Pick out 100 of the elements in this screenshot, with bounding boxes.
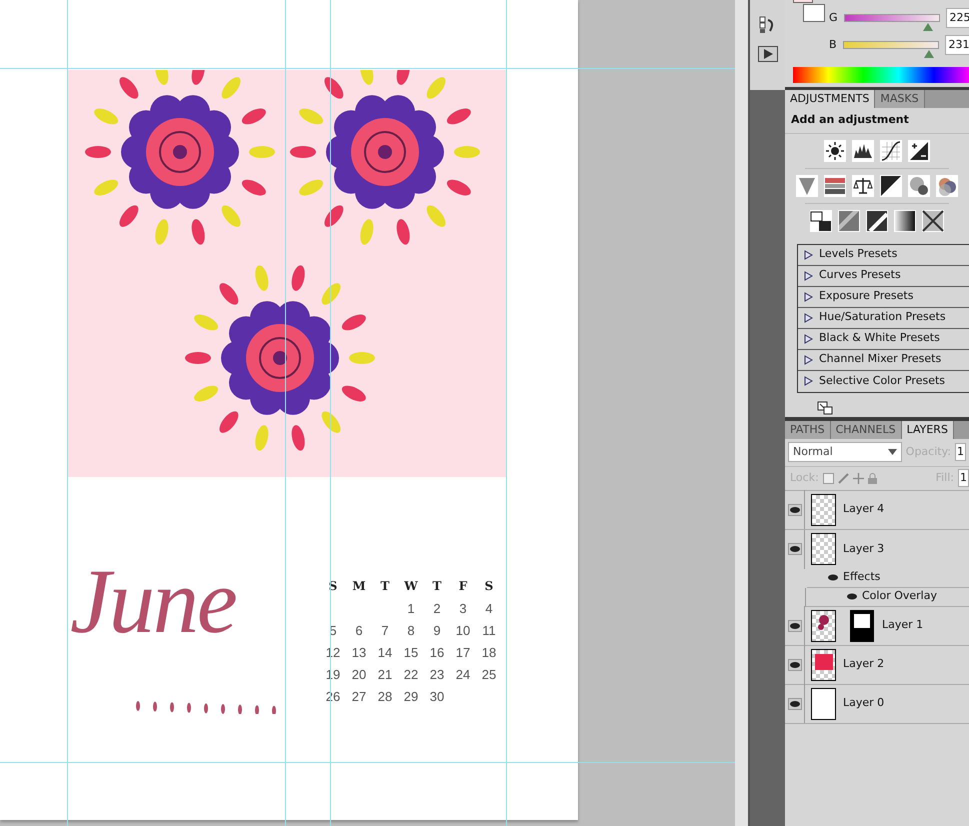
play-icon[interactable] bbox=[758, 46, 778, 62]
scales-icon[interactable] bbox=[852, 174, 874, 196]
day-number: 11 bbox=[481, 622, 497, 640]
disclosure-triangle-icon[interactable] bbox=[803, 250, 813, 260]
layer-name: Layer 0 bbox=[843, 695, 884, 712]
day-number: 7 bbox=[380, 622, 390, 640]
layer-name: Layer 3 bbox=[843, 540, 884, 557]
day-number: 21 bbox=[376, 666, 394, 684]
preset-label: Levels Presets bbox=[819, 246, 898, 262]
day-number: 29 bbox=[402, 688, 420, 706]
preset-item[interactable]: Exposure Presets bbox=[798, 286, 969, 308]
preset-label: Curves Presets bbox=[819, 267, 901, 284]
gradient-stripe-icon[interactable] bbox=[838, 210, 860, 232]
day-number: 9 bbox=[432, 622, 442, 640]
day-number: 17 bbox=[454, 644, 472, 662]
layer-row[interactable]: Layer 1 bbox=[785, 606, 969, 646]
weekday-label: S bbox=[484, 578, 494, 595]
background-swatch[interactable] bbox=[803, 4, 825, 22]
day-number: 8 bbox=[406, 622, 416, 640]
disclosure-triangle-icon[interactable] bbox=[803, 376, 813, 386]
day-number: 13 bbox=[350, 644, 368, 662]
eye-icon[interactable] bbox=[788, 698, 802, 710]
preset-item[interactable]: Black & White Presets bbox=[798, 328, 969, 350]
preset-label: Hue/Saturation Presets bbox=[819, 309, 946, 326]
preset-label: Exposure Presets bbox=[819, 288, 914, 304]
circles-icon[interactable] bbox=[936, 174, 958, 196]
preset-item[interactable]: Hue/Saturation Presets bbox=[798, 308, 969, 328]
triangle-icon[interactable] bbox=[796, 174, 818, 196]
effect-row[interactable]: Color Overlay bbox=[805, 588, 969, 606]
disclosure-triangle-icon[interactable] bbox=[803, 334, 813, 344]
disclosure-triangle-icon[interactable] bbox=[803, 354, 813, 364]
sun-icon[interactable] bbox=[824, 140, 846, 162]
eye-icon[interactable] bbox=[788, 543, 802, 555]
preset-label: Selective Color Presets bbox=[819, 372, 946, 389]
channel-label: B bbox=[829, 36, 837, 53]
day-number: 25 bbox=[480, 666, 498, 684]
day-number: 14 bbox=[376, 644, 394, 662]
disclosure-triangle-icon[interactable] bbox=[803, 270, 813, 280]
preset-item[interactable]: Channel Mixer Presets bbox=[798, 350, 969, 370]
day-number: 3 bbox=[458, 600, 468, 618]
panel-tab[interactable]: PATHS bbox=[785, 420, 831, 438]
effect-label: Color Overlay bbox=[862, 588, 937, 604]
preset-label: Black & White Presets bbox=[819, 330, 940, 346]
day-number: 2 bbox=[432, 600, 442, 618]
weekday-label: W bbox=[403, 578, 419, 595]
magnifier-icon[interactable] bbox=[908, 174, 930, 196]
curve-icon[interactable] bbox=[880, 140, 902, 162]
preset-item[interactable]: Levels Presets bbox=[798, 244, 969, 266]
caret-icon bbox=[888, 449, 897, 455]
day-number: 20 bbox=[350, 666, 368, 684]
day-number: 23 bbox=[428, 666, 446, 684]
layer-name: Layer 1 bbox=[882, 617, 924, 634]
cross-icon[interactable] bbox=[922, 210, 944, 232]
day-number: 27 bbox=[350, 688, 368, 706]
effects-label: Effects bbox=[843, 569, 880, 586]
opacity-field[interactable]: 1 bbox=[955, 442, 966, 462]
plus-minus-icon[interactable] bbox=[908, 140, 930, 162]
histogram-icon[interactable] bbox=[852, 140, 874, 162]
expand-view-icon[interactable] bbox=[817, 400, 833, 414]
day-number: 18 bbox=[480, 644, 498, 662]
disclosure-triangle-icon[interactable] bbox=[803, 292, 813, 302]
eye-icon[interactable] bbox=[788, 504, 802, 516]
eye-icon[interactable] bbox=[788, 620, 802, 632]
panel-tab[interactable]: LAYERS bbox=[902, 420, 954, 438]
layer-row[interactable]: Layer 4 bbox=[785, 490, 969, 530]
layer-row[interactable]: Layer 2 bbox=[785, 646, 969, 684]
day-number: 16 bbox=[428, 644, 446, 662]
slider-thumb[interactable] bbox=[924, 50, 934, 58]
panel-tab[interactable]: CHANNELS bbox=[830, 420, 902, 438]
preset-item[interactable]: Curves Presets bbox=[798, 266, 969, 286]
weekday-label: T bbox=[432, 578, 442, 595]
panel-heading: Add an adjustment bbox=[785, 108, 969, 134]
day-number: 6 bbox=[354, 622, 364, 640]
eye-icon[interactable] bbox=[827, 573, 839, 582]
preset-item[interactable]: Selective Color Presets bbox=[798, 370, 969, 392]
panel-tab[interactable]: ADJUSTMENTS bbox=[785, 90, 876, 108]
day-number: 15 bbox=[402, 644, 420, 662]
slider-thumb[interactable] bbox=[923, 23, 934, 31]
effects-row[interactable]: Effects bbox=[807, 568, 969, 588]
color-bars-icon[interactable] bbox=[824, 174, 846, 196]
layer-row[interactable]: Layer 0 bbox=[785, 684, 969, 724]
preset-label: Channel Mixer Presets bbox=[819, 351, 942, 368]
channel-value-field[interactable]: 231 bbox=[944, 35, 969, 55]
layer-name: Layer 2 bbox=[843, 656, 884, 672]
day-number: 4 bbox=[484, 600, 494, 618]
panel-tab[interactable]: MASKS bbox=[875, 90, 925, 108]
slash-icon[interactable] bbox=[866, 210, 888, 232]
day-number: 1 bbox=[406, 600, 416, 618]
eye-icon[interactable] bbox=[846, 592, 858, 601]
color-spectrum-bar[interactable] bbox=[793, 67, 969, 83]
photo-swap-icon[interactable] bbox=[810, 210, 832, 232]
disclosure-triangle-icon[interactable] bbox=[803, 312, 813, 322]
diagonal-split-icon[interactable] bbox=[880, 174, 902, 196]
eye-icon[interactable] bbox=[788, 658, 802, 670]
layer-row[interactable]: Layer 3 bbox=[785, 530, 969, 568]
weekday-label: M bbox=[351, 578, 367, 595]
blend-mode-dropdown[interactable]: Normal bbox=[788, 442, 902, 462]
layer-name: Layer 4 bbox=[843, 501, 884, 518]
gradient-icon[interactable] bbox=[894, 210, 916, 232]
fill-field[interactable]: 1 bbox=[958, 468, 969, 488]
